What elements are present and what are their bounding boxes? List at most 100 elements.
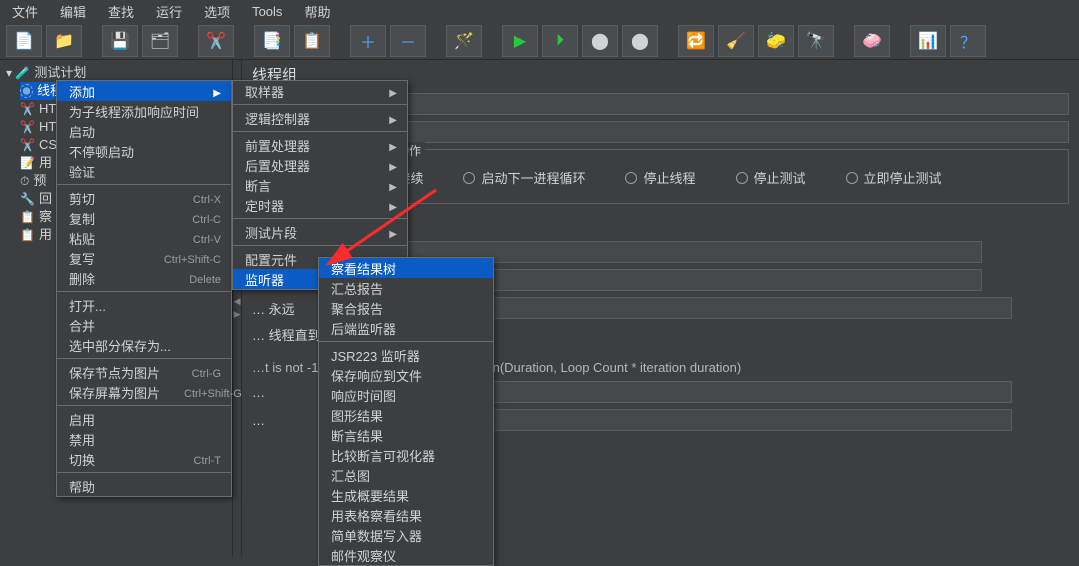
stop-all-icon[interactable]: ⬤: [622, 25, 658, 57]
menu-item[interactable]: 剪切Ctrl-X: [57, 188, 231, 208]
copy-icon[interactable]: 📑: [254, 25, 290, 57]
shortcut-label: Ctrl-X: [193, 194, 221, 206]
open-icon[interactable]: 📁: [46, 25, 82, 57]
menu-item[interactable]: 前置处理器▶: [233, 135, 407, 155]
radio-label: 启动下一进程循环: [481, 168, 585, 187]
menubar: 文件 编辑 查找 运行 选项 Tools 帮助: [0, 0, 1079, 22]
toolbar: 📄 📁 💾 🗂 ✂️ 📑 📋 ＋ － 🪄 ▶ ⏵ ⬤ ⬤ 🔁 🧹 🧽 🔭 🧼 📊…: [0, 22, 1079, 60]
radio-option[interactable]: 停止线程: [625, 168, 695, 187]
menu-item-label: 验证: [69, 162, 95, 181]
menu-item[interactable]: 比较断言可视化器: [319, 445, 493, 465]
menu-item[interactable]: 后置处理器▶: [233, 155, 407, 175]
menu-item[interactable]: 断言结果: [319, 425, 493, 445]
value-input-a[interactable]: [412, 381, 1012, 403]
menu-item[interactable]: 简单数据写入器: [319, 525, 493, 545]
menu-search[interactable]: 查找: [100, 0, 142, 23]
shortcut-label: Ctrl+Shift-G: [184, 388, 242, 400]
menu-item[interactable]: 启用: [57, 409, 231, 429]
comment-input[interactable]: [302, 121, 1069, 143]
menu-item[interactable]: 响应时间图: [319, 385, 493, 405]
help-icon[interactable]: ？: [950, 25, 986, 57]
menu-item[interactable]: 逻辑控制器▶: [233, 108, 407, 128]
menu-item[interactable]: 汇总报告: [319, 278, 493, 298]
menu-item[interactable]: 保存屏幕为图片Ctrl+Shift-G: [57, 382, 231, 402]
menu-item[interactable]: 合并: [57, 315, 231, 335]
menu-item-label: 察看结果树: [331, 259, 396, 278]
radio-option[interactable]: 停止测试: [736, 168, 806, 187]
menu-run[interactable]: 运行: [148, 0, 190, 23]
menu-item[interactable]: 汇总图: [319, 465, 493, 485]
menu-item-label: 保存节点为图片: [69, 363, 160, 382]
play-next-icon[interactable]: ⏵: [542, 25, 578, 57]
menu-item[interactable]: JSR223 监听器: [319, 345, 493, 365]
menu-item-label: 定时器: [245, 196, 284, 215]
menu-item[interactable]: 帮助: [57, 476, 231, 496]
gear-icon: [20, 84, 33, 98]
radio-dot: [736, 172, 748, 184]
file-icon[interactable]: 📄: [6, 25, 42, 57]
toggle-icon[interactable]: 🔁: [678, 25, 714, 57]
radio-option[interactable]: 启动下一进程循环: [463, 168, 585, 187]
menu-tools[interactable]: Tools: [244, 2, 290, 21]
menu-item-label: 后置处理器: [245, 156, 310, 175]
loop-input[interactable]: [412, 297, 1012, 319]
menu-item[interactable]: 不停顿启动: [57, 141, 231, 161]
menu-item[interactable]: 禁用: [57, 429, 231, 449]
menu-item[interactable]: 添加▶: [57, 81, 231, 101]
chevron-right-icon: ▶: [389, 182, 397, 193]
menu-item[interactable]: 用表格察看结果: [319, 505, 493, 525]
menu-edit[interactable]: 编辑: [52, 0, 94, 23]
menu-item[interactable]: 邮件观察仪: [319, 545, 493, 565]
wand-icon[interactable]: 🪄: [446, 25, 482, 57]
play-icon[interactable]: ▶: [502, 25, 538, 57]
menu-item-label: 配置元件: [245, 250, 297, 269]
add-icon[interactable]: ＋: [350, 25, 386, 57]
menu-item-label: 生成概要结果: [331, 486, 409, 505]
submenu-listener[interactable]: 察看结果树汇总报告聚合报告后端监听器 JSR223 监听器保存响应到文件响应时间图…: [318, 257, 494, 566]
menu-help[interactable]: 帮助: [296, 0, 338, 23]
menu-item[interactable]: 图形结果: [319, 405, 493, 425]
context-menu[interactable]: 添加▶为子线程添加响应时间启动不停顿启动验证剪切Ctrl-X复制Ctrl-C粘贴…: [56, 80, 232, 497]
menu-item-label: 测试片段: [245, 223, 297, 242]
menu-item[interactable]: 为子线程添加响应时间: [57, 101, 231, 121]
paste-icon[interactable]: 📋: [294, 25, 330, 57]
save-all-icon[interactable]: 🗂: [142, 25, 178, 57]
report-icon[interactable]: 📊: [910, 25, 946, 57]
menu-item[interactable]: 聚合报告: [319, 298, 493, 318]
menu-item-label: 保存响应到文件: [331, 366, 422, 385]
radio-option[interactable]: 立即停止测试: [846, 168, 942, 187]
radio-label: 停止线程: [643, 168, 695, 187]
brush-icon[interactable]: 🧽: [758, 25, 794, 57]
menu-item[interactable]: 保存节点为图片Ctrl-G: [57, 362, 231, 382]
menu-item[interactable]: 验证: [57, 161, 231, 181]
menu-item[interactable]: 启动: [57, 121, 231, 141]
cut-icon[interactable]: ✂️: [198, 25, 234, 57]
menu-item[interactable]: 复制Ctrl-C: [57, 208, 231, 228]
menu-item[interactable]: 切换Ctrl-T: [57, 449, 231, 469]
value-input-b[interactable]: [412, 409, 1012, 431]
clean-icon[interactable]: 🧹: [718, 25, 754, 57]
menu-options[interactable]: 选项: [196, 0, 238, 23]
menu-item[interactable]: 打开...: [57, 295, 231, 315]
menu-file[interactable]: 文件: [4, 0, 46, 23]
remove-icon[interactable]: －: [390, 25, 426, 57]
radio-dot: [625, 172, 637, 184]
menu-item[interactable]: 保存响应到文件: [319, 365, 493, 385]
menu-item[interactable]: 删除Delete: [57, 268, 231, 288]
menu-item[interactable]: 取样器▶: [233, 81, 407, 101]
menu-item[interactable]: 生成概要结果: [319, 485, 493, 505]
broom-icon[interactable]: 🧼: [854, 25, 890, 57]
stop-icon[interactable]: ⬤: [582, 25, 618, 57]
name-input[interactable]: [302, 93, 1069, 115]
menu-item[interactable]: 察看结果树: [319, 258, 493, 278]
menu-item[interactable]: 断言▶: [233, 175, 407, 195]
save-icon[interactable]: 💾: [102, 25, 138, 57]
menu-item-label: JSR223 监听器: [331, 346, 420, 365]
menu-item[interactable]: 复写Ctrl+Shift-C: [57, 248, 231, 268]
menu-item[interactable]: 选中部分保存为...: [57, 335, 231, 355]
menu-item[interactable]: 粘贴Ctrl-V: [57, 228, 231, 248]
menu-item[interactable]: 定时器▶: [233, 195, 407, 215]
menu-item[interactable]: 后端监听器: [319, 318, 493, 338]
binoculars-icon[interactable]: 🔭: [798, 25, 834, 57]
menu-item[interactable]: 测试片段▶: [233, 222, 407, 242]
